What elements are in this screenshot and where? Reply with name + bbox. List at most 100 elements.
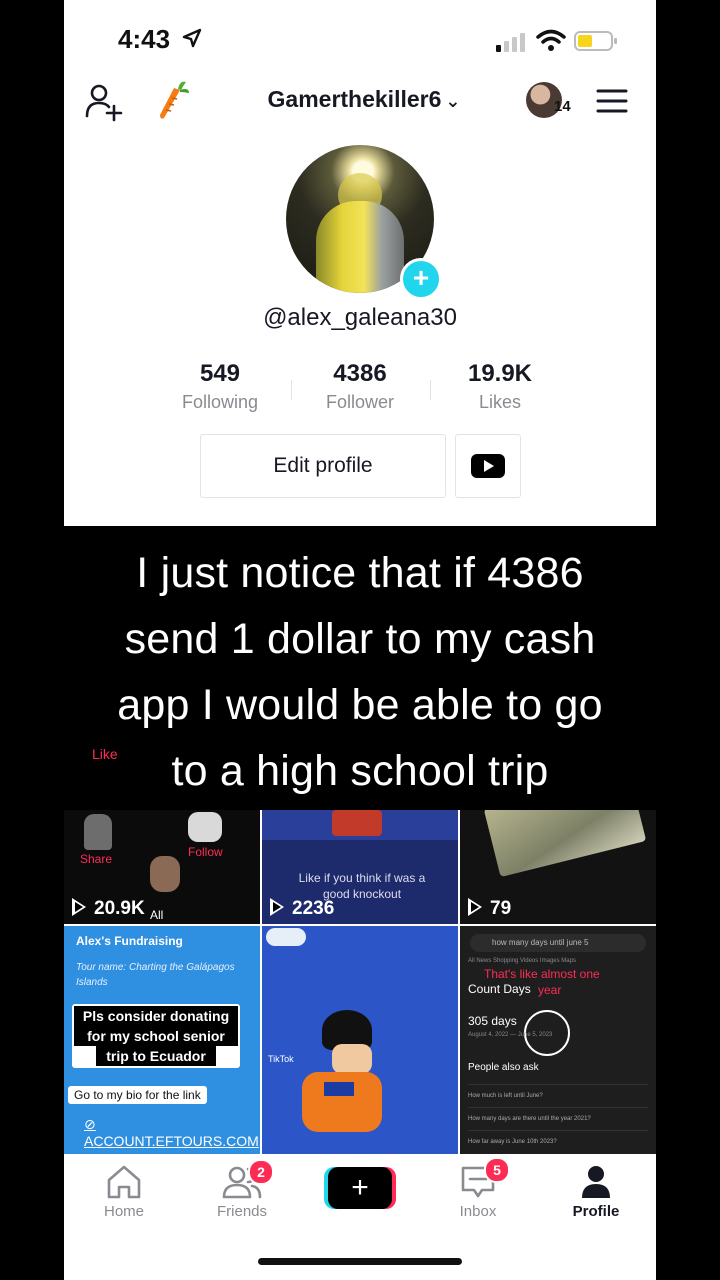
donation-message: Pls consider donating for my school seni…	[72, 1004, 240, 1068]
location-arrow-icon	[182, 28, 202, 48]
stat-likes[interactable]: 19.9K Likes	[430, 360, 570, 413]
home-icon	[107, 1165, 141, 1199]
view-count-value: 79	[490, 898, 512, 919]
search-tabs: All News Shopping Videos Images Maps	[468, 958, 576, 964]
story-count: 14	[554, 98, 571, 115]
cloud-shape	[266, 928, 306, 946]
battery-icon	[574, 31, 617, 51]
bottom-nav: Home Friends 2 + Inbox 5 Profile	[64, 1155, 656, 1235]
fundraising-link[interactable]: ⊘ ACCOUNT.EFTOURS.COM	[84, 1116, 260, 1149]
view-count-value: 2236	[292, 898, 335, 919]
character-face-shape	[332, 1044, 372, 1074]
video-thumbnail[interactable]: Share Follow All 20.9K	[64, 810, 260, 924]
nav-home-label: Home	[103, 1203, 144, 1220]
overlay-text: Share	[80, 852, 113, 866]
question-item: How much is left until June?	[468, 1084, 648, 1107]
link-icon: ⊘	[84, 1116, 96, 1132]
questions-list: How much is left until June? How many da…	[468, 1084, 648, 1153]
fighter-shape	[332, 810, 382, 836]
nav-profile[interactable]: Profile	[546, 1163, 646, 1220]
view-count: 2236	[270, 898, 334, 920]
youtube-link-button[interactable]	[455, 434, 521, 498]
wifi-icon	[536, 29, 566, 51]
view-count: 79	[468, 898, 511, 920]
status-bar: 4:43	[64, 22, 656, 58]
profile-header: Gamerthekiller6 ⌄ 14	[64, 78, 656, 126]
caption-line: to a high school trip	[171, 747, 549, 795]
overlay-line: Like if you think if was a	[298, 871, 426, 885]
cash-bills-shape	[483, 810, 647, 878]
video-thumbnail[interactable]: how many days until june 5 All News Shop…	[460, 926, 656, 1154]
message-line: trip to Ecuador	[96, 1046, 216, 1066]
add-photo-plus-icon[interactable]: +	[400, 258, 442, 300]
friends-badge: 2	[248, 1159, 274, 1185]
play-icon	[72, 898, 86, 916]
search-bar: how many days until june 5	[470, 934, 646, 952]
stat-following-label: Following	[181, 392, 259, 412]
youtube-icon	[471, 454, 505, 478]
avatar-figure-shape	[316, 201, 404, 293]
nav-friends[interactable]: Friends	[192, 1163, 292, 1220]
stat-followers[interactable]: 4386 Follower	[290, 360, 430, 413]
person-thumbnail	[150, 856, 180, 892]
video-thumbnail[interactable]: Like if you think if was a good knockout…	[262, 810, 458, 924]
stat-followers-value: 4386	[333, 360, 387, 387]
question-item: How far away is June 10th 2023?	[468, 1130, 648, 1153]
hamburger-menu-icon[interactable]	[596, 88, 628, 114]
view-count-value: 20.9K	[94, 898, 145, 919]
person-thumbnail	[188, 812, 222, 842]
result-dates: August 4, 2022 — June 5, 2023	[468, 1032, 553, 1038]
like-tag: Like	[92, 746, 118, 762]
stat-likes-label: Likes	[478, 392, 522, 412]
video-thumbnail[interactable]: 79	[460, 810, 656, 924]
link-text: ACCOUNT.EFTOURS.COM	[84, 1133, 259, 1149]
question-item: How many days are there until the year 2…	[468, 1107, 648, 1130]
nav-home[interactable]: Home	[74, 1163, 174, 1220]
stat-following-value: 549	[199, 360, 241, 387]
edit-profile-button[interactable]: Edit profile	[200, 434, 446, 498]
chevron-down-icon: ⌄	[445, 91, 461, 111]
nav-inbox[interactable]: Inbox	[428, 1163, 528, 1220]
cellular-signal-icon	[496, 33, 525, 52]
inbox-badge: 5	[484, 1157, 510, 1183]
fundraising-title: Alex's Fundraising	[76, 934, 183, 948]
account-username: Gamerthekiller6	[267, 86, 442, 112]
character-body-shape	[302, 1072, 382, 1132]
overlay-text: All	[150, 908, 164, 922]
status-time: 4:43	[118, 24, 171, 54]
video-thumbnail[interactable]: Alex's Fundraising Tour name: Charting t…	[64, 926, 260, 1154]
video-thumbnail[interactable]: TikTok	[262, 926, 458, 1154]
stat-followers-label: Follower	[325, 392, 395, 412]
result-heading: Count Days	[468, 982, 531, 996]
person-thumbnail	[84, 814, 112, 850]
message-line: for my school senior	[74, 1026, 238, 1046]
caption-line: send 1 dollar to my cash	[124, 615, 596, 663]
stat-following[interactable]: 549 Following	[150, 360, 290, 413]
view-count: 20.9K	[72, 898, 145, 920]
caption-text: I just notice that if 4386 send 1 dollar…	[60, 540, 660, 804]
create-button[interactable]: +	[328, 1167, 392, 1209]
add-friend-icon[interactable]	[84, 82, 124, 122]
caption-line: I just notice that if 4386	[136, 549, 584, 597]
carrot-icon[interactable]	[156, 80, 190, 120]
play-icon	[270, 898, 284, 916]
note-line: That's like almost one	[484, 967, 600, 981]
profile-handle: @alex_galeana30	[263, 304, 457, 331]
account-switcher-button[interactable]: Gamerthekiller6 ⌄	[244, 86, 484, 113]
result-days: 305 days	[468, 1014, 517, 1028]
tiktok-watermark: TikTok	[268, 1054, 294, 1064]
play-icon	[468, 898, 482, 916]
fundraising-subtitle: Tour name: Charting the Galápagos Island…	[76, 962, 235, 988]
bio-note: Go to my bio for the link	[68, 1086, 207, 1104]
overlay-text: Follow	[188, 845, 223, 859]
message-line: Pls consider donating	[74, 1006, 238, 1026]
nav-profile-label: Profile	[572, 1203, 620, 1220]
caption-line: app I would be able to go	[117, 681, 603, 729]
people-also-ask: People also ask	[468, 1062, 539, 1073]
character-belt-shape	[324, 1082, 354, 1096]
nav-friends-label: Friends	[216, 1203, 268, 1220]
profile-icon	[582, 1166, 610, 1198]
home-indicator	[258, 1258, 462, 1265]
nav-inbox-label: Inbox	[459, 1203, 497, 1220]
stat-likes-value: 19.9K	[467, 360, 533, 387]
